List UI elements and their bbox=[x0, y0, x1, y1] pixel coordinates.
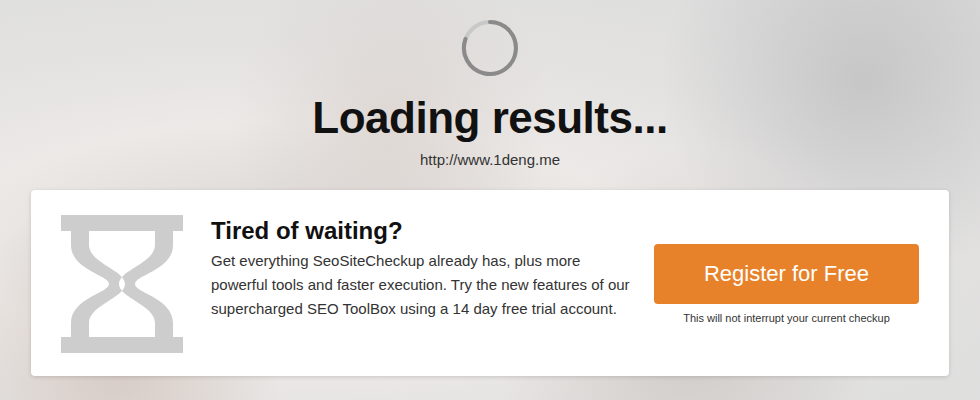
promo-text: Tired of waiting? Get everything SeoSite… bbox=[211, 216, 631, 321]
promo-title: Tired of waiting? bbox=[211, 216, 631, 246]
hourglass-icon bbox=[61, 215, 183, 353]
promo-card: Tired of waiting? Get everything SeoSite… bbox=[31, 190, 949, 376]
loading-page: Loading results... http://www.1deng.me T… bbox=[0, 0, 980, 376]
loading-title: Loading results... bbox=[312, 92, 667, 144]
spinner-icon bbox=[460, 18, 520, 78]
checked-url: http://www.1deng.me bbox=[420, 150, 560, 170]
promo-body: Get everything SeoSiteCheckup already ha… bbox=[211, 249, 631, 321]
register-area: Register for Free This will not interrup… bbox=[654, 244, 919, 325]
register-note: This will not interrupt your current che… bbox=[683, 311, 890, 325]
register-button[interactable]: Register for Free bbox=[654, 244, 919, 304]
